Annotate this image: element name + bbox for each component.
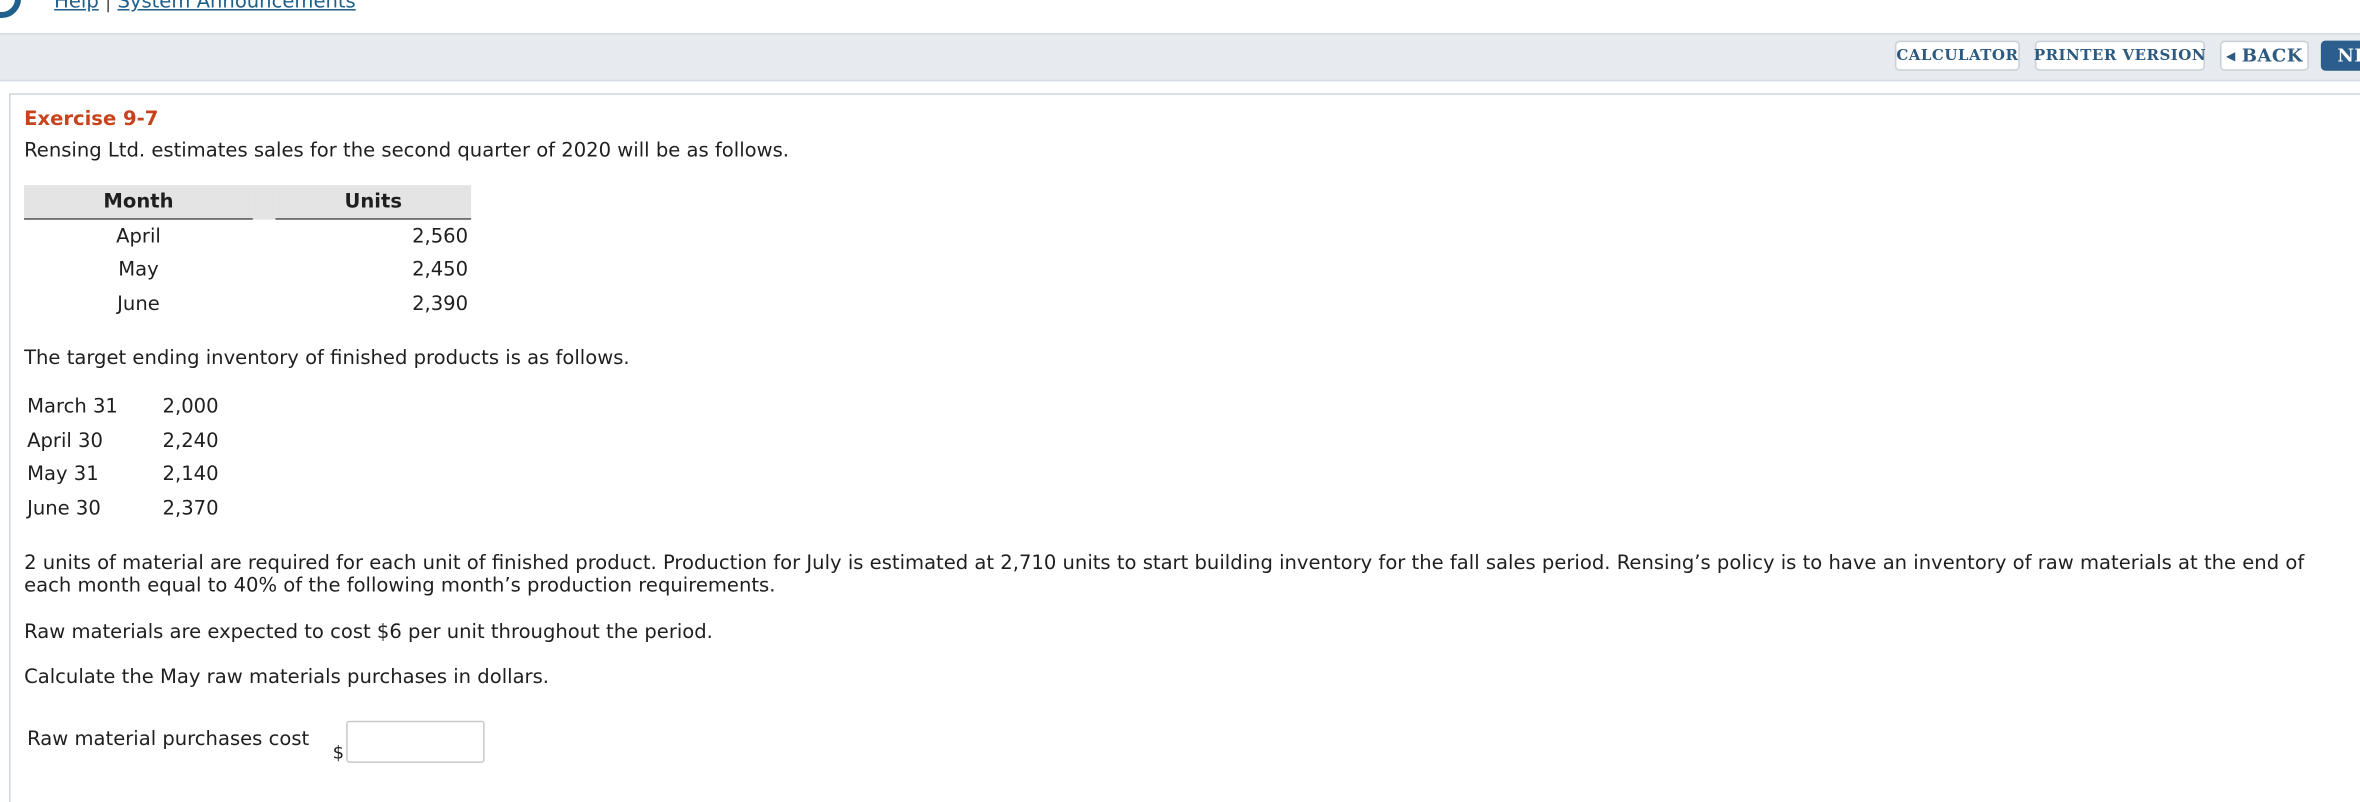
help-link[interactable]: Help bbox=[54, 0, 99, 14]
back-button-label: BACK bbox=[2241, 45, 2303, 67]
material-requirements-text: 2 units of material are required for eac… bbox=[24, 552, 2305, 598]
sales-month-cell: June bbox=[117, 293, 160, 317]
logo-icon bbox=[0, 0, 22, 19]
inventory-intro-text: The target ending inventory of finished … bbox=[24, 347, 630, 371]
question-text: Calculate the May raw materials purchase… bbox=[24, 666, 550, 690]
exercise-title: Exercise 9-7 bbox=[24, 108, 159, 131]
sales-month-cell: April bbox=[116, 225, 161, 249]
raw-material-purchases-input[interactable] bbox=[346, 720, 485, 763]
units-column-header: Units bbox=[275, 185, 472, 220]
back-arrow-icon: ◀ bbox=[2225, 48, 2236, 64]
sales-units-cell: 2,390 bbox=[412, 293, 469, 317]
sales-month-cell: May bbox=[118, 258, 159, 282]
calculator-button[interactable]: CALCULATOR bbox=[1894, 40, 2020, 71]
month-column-header: Month bbox=[24, 185, 253, 220]
inventory-date: May 31 bbox=[27, 463, 99, 487]
back-button[interactable]: ◀ BACK bbox=[2220, 40, 2309, 71]
top-header: Help | System Announcements bbox=[0, 0, 2360, 34]
sales-units-cell: 2,560 bbox=[412, 225, 469, 249]
printer-version-button[interactable]: PRINTER VERSION bbox=[2034, 40, 2206, 71]
header-links: Help | System Announcements bbox=[54, 0, 356, 14]
inventory-date: April 30 bbox=[27, 430, 103, 453]
inventory-value: 2,240 bbox=[162, 430, 219, 453]
currency-symbol: $ bbox=[332, 741, 345, 763]
answer-label: Raw material purchases cost bbox=[27, 728, 310, 751]
link-separator: | bbox=[104, 0, 112, 14]
intro-text: Rensing Ltd. estimates sales for the sec… bbox=[24, 139, 790, 163]
inventory-value: 2,000 bbox=[162, 395, 219, 419]
material-cost-text: Raw materials are expected to cost $6 pe… bbox=[24, 621, 713, 645]
inventory-date: March 31 bbox=[27, 395, 118, 419]
sales-units-cell: 2,450 bbox=[412, 258, 469, 282]
toolbar: CALCULATOR PRINTER VERSION ◀ BACK NE bbox=[0, 33, 2360, 82]
next-button[interactable]: NE bbox=[2320, 40, 2360, 71]
inventory-date: June 30 bbox=[27, 498, 101, 521]
header-gap bbox=[252, 185, 276, 220]
system-announcements-link[interactable]: System Announcements bbox=[117, 0, 355, 14]
inventory-value: 2,140 bbox=[162, 463, 219, 487]
inventory-value: 2,370 bbox=[162, 498, 219, 521]
